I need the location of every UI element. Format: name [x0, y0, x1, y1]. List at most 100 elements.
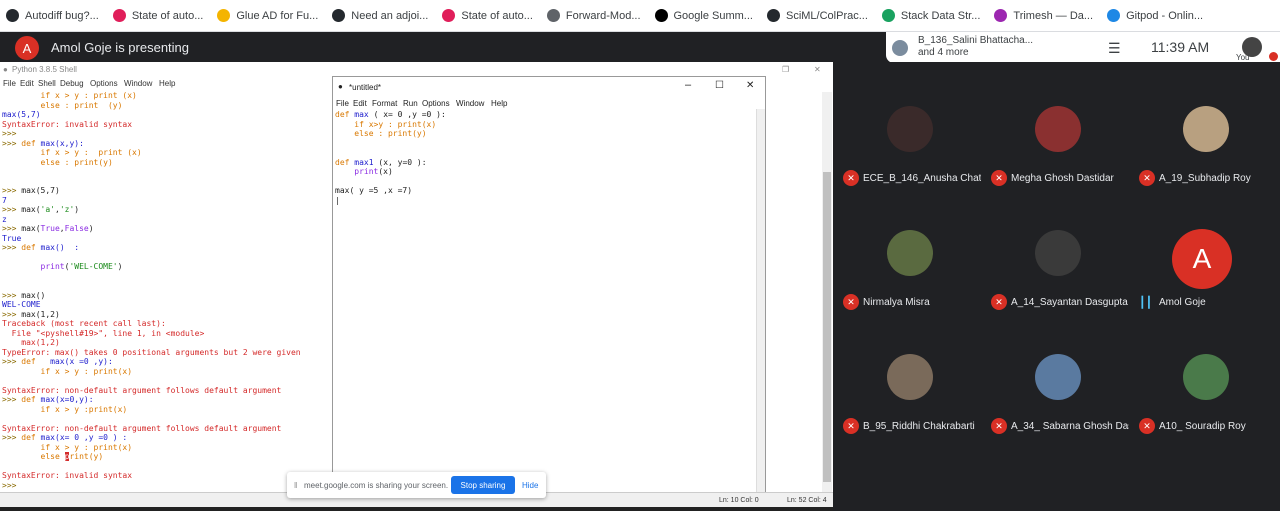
participant-tile[interactable]: ✕ A_34_ Sabarna Ghosh Dast...: [983, 328, 1131, 448]
close-icon[interactable]: ✕: [814, 65, 821, 74]
restore-icon[interactable]: ❐: [782, 65, 789, 74]
globe-icon: [546, 9, 560, 22]
bookmark-item[interactable]: Forward-Mod...: [546, 9, 641, 22]
close-icon[interactable]: ✕: [746, 80, 754, 91]
participant-avatar: [887, 230, 933, 276]
bookmark-label: Forward-Mod...: [565, 9, 641, 22]
participant-name: A_14_Sayantan Dasgupta: [1011, 297, 1128, 308]
bookmark-label: State of auto...: [461, 9, 533, 22]
bookmark-label: Trimesh — Da...: [1013, 9, 1094, 22]
recording-indicator-icon: [1269, 52, 1278, 61]
participant-avatar: [1183, 354, 1229, 400]
bookmark-label: Stack Data Str...: [900, 9, 981, 22]
shell-menu-options[interactable]: Options: [90, 79, 118, 88]
participant-initial-avatar: A: [1172, 229, 1232, 289]
bookmark-item[interactable]: Gitpod - Onlin...: [1107, 9, 1203, 22]
shell-menu-window[interactable]: Window: [124, 79, 152, 88]
editor-menu-format[interactable]: Format: [372, 99, 397, 108]
mic-off-icon: ✕: [991, 170, 1007, 186]
minimize-icon[interactable]: –: [685, 79, 691, 91]
editor-window: ● *untitled* – ☐ ✕ File Edit Format Run …: [332, 76, 766, 511]
participant-tile[interactable]: ✕ ECE_B_146_Anusha Chatte...: [835, 80, 983, 200]
editor-status: Ln: 10 Col: 0: [719, 497, 759, 504]
participant-tile[interactable]: ✕ Megha Ghosh Dastidar: [983, 80, 1131, 200]
shell-output[interactable]: if x > y : print (x) else : print (y) ma…: [2, 91, 332, 490]
bookmarks-bar: Autodiff bug?... State of auto... Glue AD …: [0, 0, 1280, 32]
editor-menu-window[interactable]: Window: [456, 99, 484, 108]
bookmark-item[interactable]: State of auto...: [112, 9, 204, 22]
mic-off-icon: ✕: [843, 294, 859, 310]
python-icon: ●: [3, 65, 8, 74]
participant-name: A_34_ Sabarna Ghosh Dast...: [1011, 421, 1129, 432]
participants-name[interactable]: B_136_Salini Bhattacha...: [918, 35, 1033, 46]
bookmark-item[interactable]: Stack Data Str...: [881, 9, 981, 22]
hide-button[interactable]: Hide: [522, 481, 538, 490]
shell-menu-edit[interactable]: Edit: [20, 79, 34, 88]
bookmark-label: Google Summ...: [673, 9, 753, 22]
mic-off-icon: ✕: [1139, 418, 1155, 434]
participant-tile[interactable]: ✕ A_19_Subhadip Roy: [1131, 80, 1279, 200]
share-notice: ‖ meet.google.com is sharing your screen…: [287, 472, 546, 498]
participant-avatar: [887, 354, 933, 400]
editor-menu-options[interactable]: Options: [422, 99, 450, 108]
github-icon: [6, 9, 19, 22]
bookmark-item[interactable]: Need an adjoi...: [332, 9, 428, 22]
slack-icon: [112, 9, 126, 22]
participant-tile[interactable]: ✕ A10_ Souradip Roy: [1131, 328, 1279, 448]
mic-off-icon: ✕: [843, 418, 859, 434]
python-file-icon: ●: [338, 82, 343, 91]
editor-menu: File Edit Format Run Options Window Help: [333, 97, 765, 109]
mic-off-icon: ✕: [1139, 170, 1155, 186]
clock: 11:39 AM: [1151, 39, 1210, 55]
editor-menu-run[interactable]: Run: [403, 99, 418, 108]
editor-text[interactable]: def max ( x= 0 ,y =0 ): if x>y : print(x…: [335, 110, 446, 205]
bookmark-item[interactable]: Glue AD for Fu...: [217, 9, 318, 22]
mic-off-icon: ✕: [991, 418, 1007, 434]
bookmark-item[interactable]: Trimesh — Da...: [994, 9, 1093, 22]
editor-menu-file[interactable]: File: [336, 99, 349, 108]
bookmark-item[interactable]: SciML/ColPrac...: [766, 9, 868, 22]
trimesh-icon: [994, 9, 1008, 22]
participants-more[interactable]: and 4 more: [918, 47, 969, 58]
bookmark-item[interactable]: State of auto...: [442, 9, 533, 22]
participant-name: B_95_Riddhi Chakrabarti: [863, 421, 975, 432]
participant-avatar: [892, 40, 908, 56]
participant-tile[interactable]: ✕ Nirmalya Misra: [835, 204, 983, 324]
chat-icon[interactable]: ☰: [1108, 40, 1121, 57]
shell-menu-help[interactable]: Help: [159, 79, 175, 88]
participant-name: Nirmalya Misra: [863, 297, 930, 308]
stop-sharing-button[interactable]: Stop sharing: [451, 476, 515, 494]
speaking-indicator-icon: ┃┃: [1139, 297, 1153, 309]
participants-grid: ✕ ECE_B_146_Anusha Chatte... ✕ Megha Ghosh …: [833, 62, 1280, 511]
bookmark-item[interactable]: Autodiff bug?...: [6, 9, 99, 22]
drag-handle-icon[interactable]: ‖: [294, 481, 297, 490]
participant-tile[interactable]: ✕ A_14_Sayantan Dasgupta: [983, 204, 1131, 324]
bookmark-label: Glue AD for Fu...: [236, 9, 319, 22]
presenting-label: Amol Goje is presenting: [51, 40, 190, 55]
participant-avatar: [887, 106, 933, 152]
github-icon: [332, 9, 346, 22]
participant-tile[interactable]: ✕ B_95_Riddhi Chakrabarti: [835, 328, 983, 448]
bookmark-label: SciML/ColPrac...: [785, 9, 868, 22]
shell-menu-debug[interactable]: Debug: [60, 79, 84, 88]
shell-scrollbar[interactable]: [822, 92, 832, 492]
shell-status: Ln: 52 Col: 4: [787, 497, 827, 504]
editor-scrollbar[interactable]: [756, 109, 765, 494]
glue-icon: [217, 9, 231, 22]
editor-menu-help[interactable]: Help: [491, 99, 507, 108]
bookmark-item[interactable]: Google Summ...: [654, 9, 753, 22]
participant-tile[interactable]: A ┃┃ Amol Goje: [1131, 204, 1279, 324]
participant-name: A10_ Souradip Roy: [1159, 421, 1246, 432]
bookmark-label: State of auto...: [131, 9, 204, 22]
shell-menu-file[interactable]: File: [3, 79, 16, 88]
shell-menu-shell[interactable]: Shell: [38, 79, 56, 88]
participant-avatar: [1035, 230, 1081, 276]
share-text: meet.google.com is sharing your screen.: [304, 481, 449, 490]
participant-name: ECE_B_146_Anusha Chatte...: [863, 173, 981, 184]
presenter-avatar: A: [15, 36, 39, 60]
participant-avatar: [1035, 354, 1081, 400]
github-icon: [766, 9, 780, 22]
maximize-icon[interactable]: ☐: [715, 80, 724, 91]
editor-menu-edit[interactable]: Edit: [353, 99, 367, 108]
shell-scrollbar-thumb[interactable]: [823, 172, 831, 482]
